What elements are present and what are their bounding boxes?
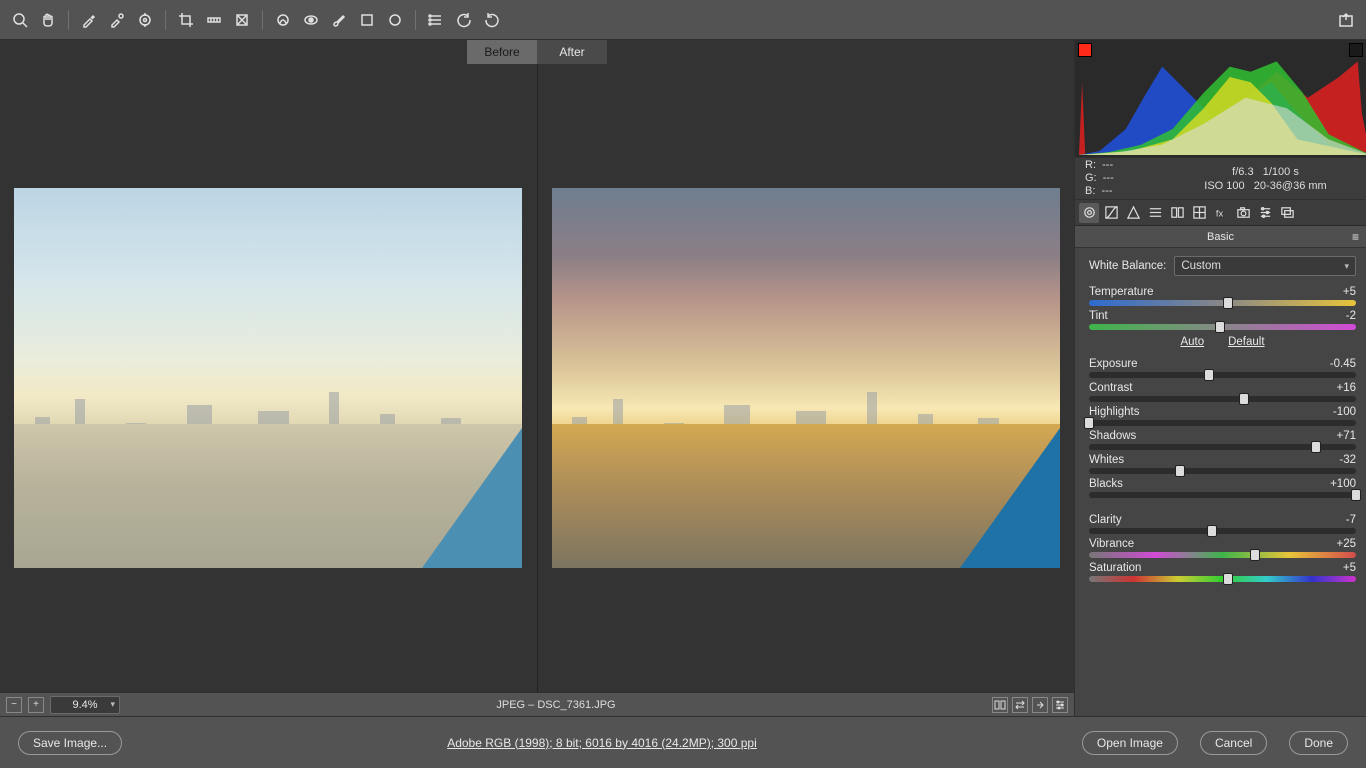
tab-after[interactable]: After [537,40,607,64]
panel-tabs: fx [1075,200,1366,226]
wb-select[interactable]: Custom [1174,256,1356,276]
exif-text: f/6.3 1/100 s ISO 100 20-36@36 mm [1175,165,1356,193]
tab-presets-icon[interactable] [1255,203,1275,223]
after-image় [552,188,1060,568]
crop-tool-icon[interactable] [174,8,198,32]
slider-vibrance[interactable]: Vibrance+25 [1089,538,1356,558]
tab-snapshots-icon[interactable] [1277,203,1297,223]
tab-camera-icon[interactable] [1233,203,1253,223]
slider-saturation[interactable]: Saturation+5 [1089,562,1356,582]
tab-split-icon[interactable] [1167,203,1187,223]
open-image-button[interactable]: Open Image [1082,731,1178,755]
before-image [14,188,522,568]
spot-heal-icon[interactable] [271,8,295,32]
basic-panel: White Balance: Custom Temperature+5 Tint… [1075,248,1366,716]
slider-shadows[interactable]: Shadows+71 [1089,430,1356,450]
zoom-in-button[interactable]: + [28,697,44,713]
right-panel: R: --- G: --- B: --- f/6.3 1/100 s ISO 1… [1074,40,1366,716]
done-button[interactable]: Done [1289,731,1348,755]
workflow-link[interactable]: Adobe RGB (1998); 8 bit; 6016 by 4016 (2… [447,736,757,750]
tab-hsl-icon[interactable] [1145,203,1165,223]
wb-label: White Balance: [1089,260,1166,272]
eyedropper-sample-icon[interactable] [105,8,129,32]
copy-settings-icon[interactable] [1032,697,1048,713]
tab-before[interactable]: Before [467,40,537,64]
slider-whites[interactable]: Whites-32 [1089,454,1356,474]
rgb-readout: R: --- G: --- B: --- [1085,159,1175,198]
save-image-button[interactable]: Save Image... [18,731,122,755]
toolbar-separator [68,10,69,30]
presets-icon[interactable] [424,8,448,32]
exif-strip: R: --- G: --- B: --- f/6.3 1/100 s ISO 1… [1075,158,1366,200]
canvas-area: Before After − + 9.4% [0,40,1074,716]
slider-tint[interactable]: Tint-2 [1089,310,1356,330]
slider-contrast[interactable]: Contrast+16 [1089,382,1356,402]
top-toolbar [0,0,1366,40]
slider-highlights[interactable]: Highlights-100 [1089,406,1356,426]
panel-title: Basic ≡ [1075,226,1366,248]
zoom-out-button[interactable]: − [6,697,22,713]
grad-radial-icon[interactable] [383,8,407,32]
target-adjust-icon[interactable] [133,8,157,32]
tab-fx-icon[interactable]: fx [1211,203,1231,223]
canvas-status-bar: − + 9.4% JPEG – DSC_7361.JPG [0,692,1074,716]
histogram[interactable] [1075,40,1366,158]
slider-clarity[interactable]: Clarity-7 [1089,514,1356,534]
straighten-icon[interactable] [202,8,226,32]
redeye-icon[interactable] [299,8,323,32]
before-view[interactable] [0,64,537,692]
brush-icon[interactable] [327,8,351,32]
toolbar-separator [415,10,416,30]
slider-exposure[interactable]: Exposure-0.45 [1089,358,1356,378]
swap-icon[interactable] [1012,697,1028,713]
transform-icon[interactable] [230,8,254,32]
hand-tool-icon[interactable] [36,8,60,32]
export-icon[interactable] [1334,8,1358,32]
settings-icon[interactable] [1052,697,1068,713]
slider-temperature[interactable]: Temperature+5 [1089,286,1356,306]
split-view [0,64,1074,692]
undo-icon[interactable] [452,8,476,32]
compare-mode-icon[interactable] [992,697,1008,713]
tab-detail-icon[interactable] [1123,203,1143,223]
grad-linear-icon[interactable] [355,8,379,32]
workspace: Before After − + 9.4% [0,40,1366,716]
after-view[interactable] [537,64,1075,692]
auto-button[interactable]: Auto [1180,336,1204,348]
eyedropper-icon[interactable] [77,8,101,32]
tab-basic-icon[interactable] [1079,203,1099,223]
bottom-bar: Save Image... Adobe RGB (1998); 8 bit; 6… [0,716,1366,768]
zoom-tool-icon[interactable] [8,8,32,32]
redo-icon[interactable] [480,8,504,32]
toolbar-separator [262,10,263,30]
before-after-tabs: Before After [0,40,1074,64]
panel-menu-icon[interactable]: ≡ [1352,230,1360,244]
slider-blacks[interactable]: Blacks+100 [1089,478,1356,498]
default-button[interactable]: Default [1228,336,1264,348]
tab-curve-icon[interactable] [1101,203,1121,223]
file-info: JPEG – DSC_7361.JPG [126,699,986,711]
toolbar-separator [165,10,166,30]
svg-text:fx: fx [1215,208,1223,218]
tab-lens-icon[interactable] [1189,203,1209,223]
zoom-select[interactable]: 9.4% [50,696,120,714]
cancel-button[interactable]: Cancel [1200,731,1267,755]
